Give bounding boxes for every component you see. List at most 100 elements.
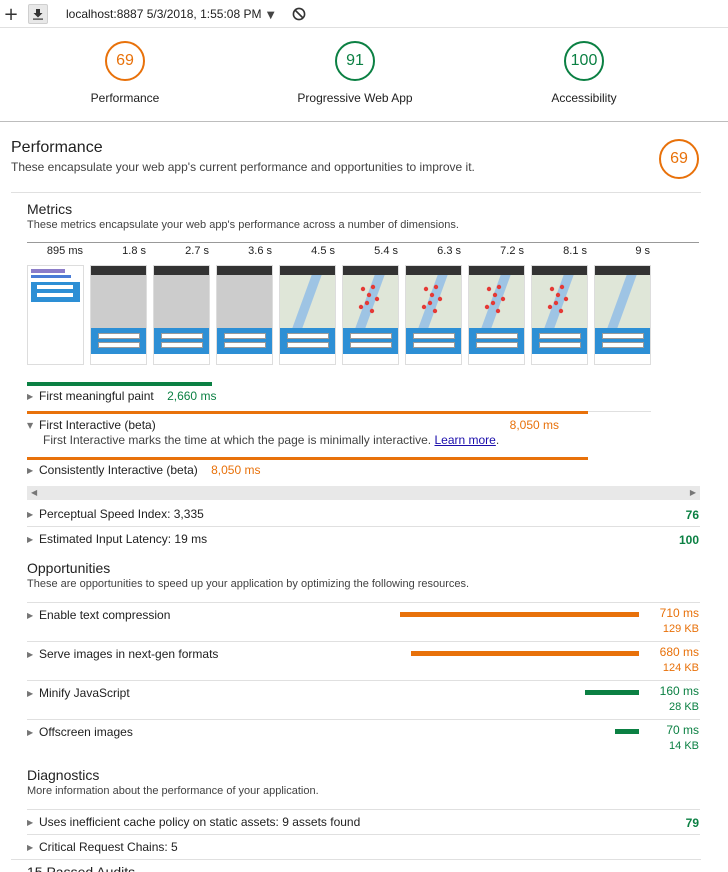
metric-score: 100: [678, 533, 699, 547]
metric-label: Consistently Interactive (beta): [39, 463, 198, 477]
metric-value: 8,050 ms: [211, 463, 261, 477]
diagnostic-label: Critical Request Chains: 5: [39, 840, 178, 854]
caret-right-icon: ▶: [27, 392, 34, 402]
plus-icon[interactable]: +: [1, 4, 21, 25]
filmstrip-frame: [90, 265, 147, 365]
timeline-tick: 3.6 s: [248, 245, 272, 257]
metric-label: Perceptual Speed Index: 3,335: [39, 507, 204, 521]
fmp-bar: [27, 382, 212, 386]
diagnostics-title: Diagnostics: [27, 767, 100, 783]
filmstrip-frame: [531, 265, 588, 365]
opportunities-title: Opportunities: [27, 560, 111, 576]
diagnostic-critical-chains[interactable]: ▶ Critical Request Chains: 5: [27, 840, 651, 854]
ci-bar: [27, 457, 588, 460]
toolbar: + localhost:8887 5/3/2018, 1:55:08 PM ▼: [0, 0, 728, 28]
metric-first-meaningful-paint[interactable]: ▶ First meaningful paint 2,660 ms: [27, 389, 651, 403]
caret-right-icon: ▶: [27, 728, 34, 738]
divider: [27, 680, 700, 681]
gauge-circle: 100: [564, 41, 604, 81]
gauge-score: 69: [116, 52, 134, 69]
diagnostic-score: 79: [685, 816, 699, 830]
metric-label: First meaningful paint: [39, 389, 154, 403]
gauge-accessibility[interactable]: 100 Accessibility: [494, 41, 674, 105]
opportunity-size: 28 KB: [669, 701, 699, 713]
passed-audits-title[interactable]: 15 Passed Audits: [27, 864, 135, 872]
divider: [11, 859, 701, 860]
section-title: Performance: [11, 139, 103, 156]
metrics-title: Metrics: [27, 201, 73, 217]
opportunity-time: 680 ms: [659, 645, 699, 659]
metric-value: 2,660 ms: [167, 389, 217, 403]
metric-value: 8,050 ms: [509, 418, 559, 432]
filmstrip-frame: [594, 265, 651, 365]
caret-right-icon: ▶: [27, 510, 34, 520]
opportunity-label: Enable text compression: [39, 608, 171, 622]
gauge-label: Accessibility: [551, 91, 617, 105]
section-score: 69: [670, 150, 688, 167]
gauge-circle: 91: [335, 41, 375, 81]
timeline-tick: 2.7 s: [185, 245, 209, 257]
learn-more-link[interactable]: Learn more: [434, 433, 495, 447]
caret-right-icon: ▶: [27, 818, 34, 828]
no-entry-icon[interactable]: [292, 7, 306, 24]
divider: [27, 602, 700, 603]
filmstrip-frame: [27, 265, 84, 365]
caret-down-icon: ▼: [27, 421, 34, 431]
timeline-tick: 6.3 s: [437, 245, 461, 257]
divider: [11, 192, 701, 193]
diagnostics-description: More information about the performance o…: [27, 785, 319, 797]
section-description: These encapsulate your web app's current…: [11, 160, 475, 174]
caret-right-icon: ▶: [27, 535, 34, 545]
fi-bar: [27, 411, 588, 414]
opportunity-label: Minify JavaScript: [39, 686, 130, 700]
scroll-left-icon[interactable]: ◀: [31, 488, 37, 497]
scroll-right-icon[interactable]: ▶: [690, 488, 696, 497]
gauge-score: 100: [570, 52, 598, 69]
metric-estimated-input-latency[interactable]: ▶ Estimated Input Latency: 19 ms: [27, 532, 651, 546]
metric-description: First Interactive marks the time at whic…: [43, 433, 499, 447]
timeline-tick: 5.4 s: [374, 245, 398, 257]
opportunity-time: 160 ms: [659, 684, 699, 698]
diagnostic-cache-policy[interactable]: ▶ Uses inefficient cache policy on static…: [27, 815, 651, 829]
opportunity-item[interactable]: ▶ Minify JavaScript: [27, 686, 651, 700]
caret-right-icon: ▶: [27, 466, 34, 476]
gauge-pwa[interactable]: 91 Progressive Web App: [265, 41, 445, 105]
timeline-tick: 1.8 s: [122, 245, 146, 257]
opportunity-label: Offscreen images: [39, 725, 133, 739]
metric-score: 76: [685, 508, 699, 522]
filmstrip-frame: [405, 265, 462, 365]
report-selector-label: localhost:8887 5/3/2018, 1:55:08 PM: [66, 7, 262, 21]
score-gauges: 69 Performance 91 Progressive Web App 10…: [0, 28, 728, 122]
metric-perceptual-speed-index[interactable]: ▶ Perceptual Speed Index: 3,335: [27, 507, 651, 521]
opportunity-item[interactable]: ▶ Offscreen images: [27, 725, 651, 739]
opportunity-label: Serve images in next-gen formats: [39, 647, 219, 661]
opportunity-bar: [400, 612, 639, 617]
gauge-performance[interactable]: 69 Performance: [35, 41, 215, 105]
section-score-gauge: 69: [659, 139, 699, 179]
metric-consistently-interactive[interactable]: ▶ Consistently Interactive (beta) 8,050 m…: [27, 463, 651, 477]
caret-right-icon: ▶: [27, 650, 34, 660]
timeline-tick: 9 s: [635, 245, 650, 257]
gauge-circle: 69: [105, 41, 145, 81]
diagnostic-label: Uses inefficient cache policy on static …: [39, 815, 361, 829]
timeline-tick: 895 ms: [46, 245, 83, 257]
horizontal-scrollbar[interactable]: ◀ ▶: [27, 486, 700, 500]
timeline-tick: 8.1 s: [563, 245, 587, 257]
opportunity-size: 14 KB: [669, 740, 699, 752]
caret-right-icon: ▶: [27, 611, 34, 621]
divider: [27, 526, 700, 527]
divider: [27, 641, 700, 642]
divider: [27, 809, 700, 810]
filmstrip-frame: [216, 265, 273, 365]
caret-right-icon: ▶: [27, 689, 34, 699]
opportunity-time: 70 ms: [666, 723, 699, 737]
filmstrip-frame: [279, 265, 336, 365]
opportunity-bar: [411, 651, 639, 656]
period: .: [495, 433, 500, 447]
metrics-description: These metrics encapsulate your web app's…: [27, 219, 459, 231]
timeline-axis: [27, 242, 699, 243]
gauge-score: 91: [346, 52, 364, 69]
timeline-tick: 7.2 s: [500, 245, 524, 257]
report-selector[interactable]: localhost:8887 5/3/2018, 1:55:08 PM ▼: [66, 7, 275, 21]
download-icon[interactable]: [28, 4, 48, 24]
